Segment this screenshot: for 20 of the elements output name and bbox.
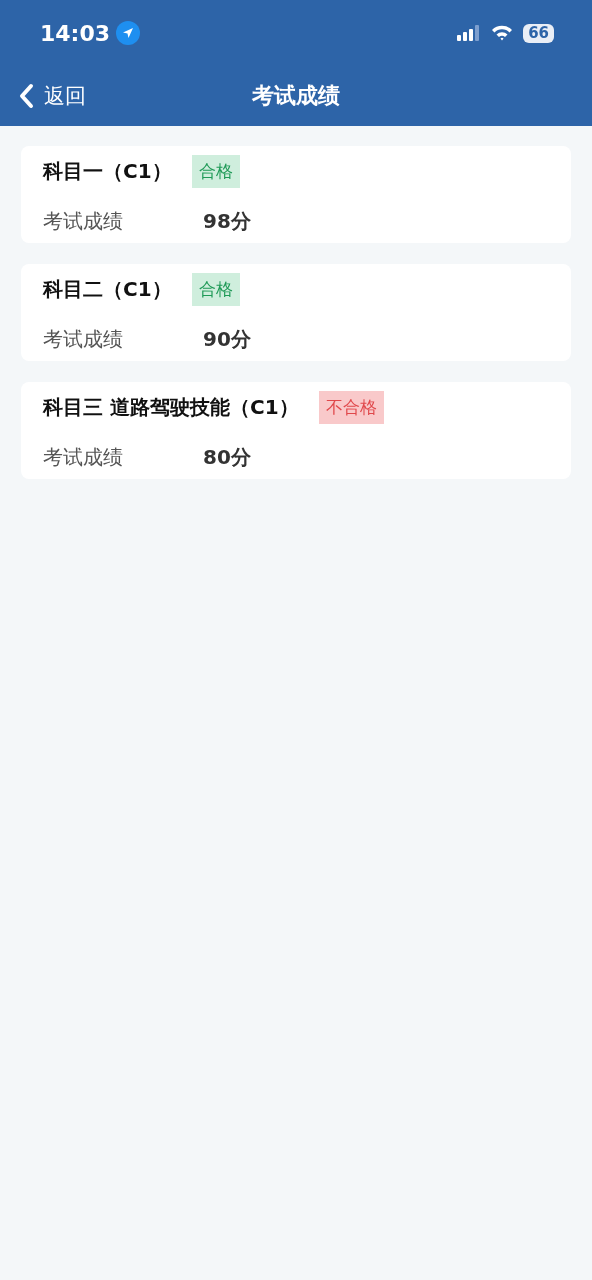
result-tag: 合格: [191, 154, 240, 188]
score-value: 90分: [203, 325, 251, 353]
wifi-icon: [491, 25, 514, 41]
result-tag: 不合格: [318, 390, 384, 424]
subject-title: 科目二（C1）: [43, 275, 172, 303]
page-title: 考试成绩: [252, 82, 340, 110]
result-tag: 合格: [191, 272, 240, 306]
subject-title: 科目三 道路驾驶技能（C1）: [43, 393, 299, 421]
back-icon: [18, 83, 34, 109]
subject-title: 科目一（C1）: [43, 157, 172, 185]
score-value: 80分: [203, 443, 251, 471]
score-value: 98分: [203, 207, 251, 235]
score-label: 考试成绩: [43, 325, 124, 353]
battery-level: 66: [523, 23, 554, 43]
score-label: 考试成绩: [43, 207, 124, 235]
back-button[interactable]: 返回: [18, 82, 86, 110]
signal-icon: [457, 25, 482, 41]
location-icon: [116, 21, 141, 45]
score-label: 考试成绩: [43, 443, 124, 471]
status-time: 14:03: [40, 20, 111, 46]
